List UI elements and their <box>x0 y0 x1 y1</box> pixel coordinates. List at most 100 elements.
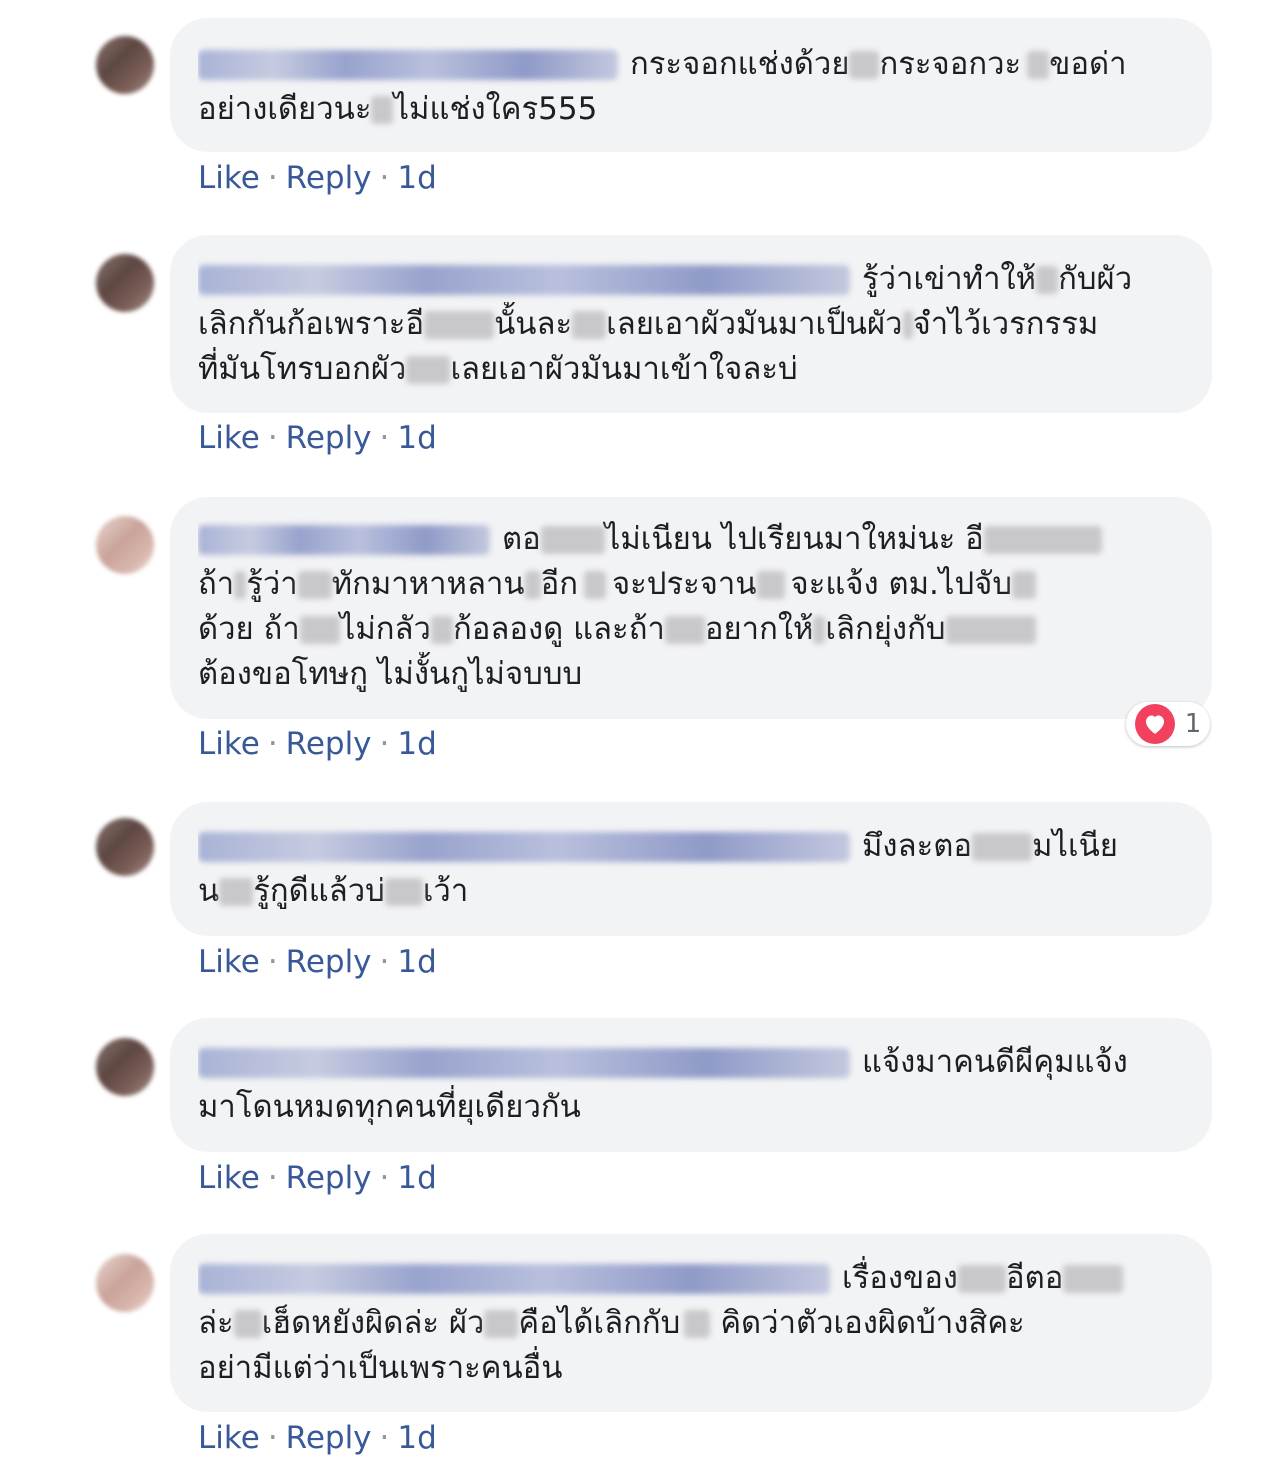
comment-text: รู้ว่า <box>246 566 298 602</box>
avatar[interactable] <box>96 516 154 574</box>
redaction <box>384 877 423 906</box>
comment-actions: Like · Reply · 1d <box>198 160 437 196</box>
author-name-blurred[interactable] <box>198 49 618 80</box>
reaction-badge[interactable]: 1 <box>1126 702 1210 746</box>
redaction <box>664 615 705 644</box>
comment-line: รู้ว่าเข่าทำให้ กับผัว <box>198 257 1180 302</box>
redaction <box>756 570 785 599</box>
comment-bubble: รู้ว่าเข่าทำให้ กับผัว เลิกกันก้อเพราะอี… <box>170 235 1212 413</box>
avatar[interactable] <box>96 254 154 312</box>
avatar[interactable] <box>96 818 154 876</box>
comment-text: อย่ามีแต่ว่าเป็นเพราะคนอื่น <box>198 1350 563 1386</box>
comment-bubble: มึงละตอ มไเนีย น รู้กูดีแล้วบ่ เว้า <box>170 802 1212 936</box>
separator: · <box>267 1420 278 1456</box>
reply-button[interactable]: Reply <box>286 1160 372 1196</box>
separator: · <box>267 944 278 980</box>
comment-text: รู้ว่าเข่าทำให้ <box>862 261 1037 297</box>
redaction <box>424 310 495 339</box>
comment-text: รู้กูดีแล้วบ่ <box>253 873 385 909</box>
comment-text: นั้นละ <box>494 306 573 342</box>
comment-text: ไม่แช่งใคร555 <box>393 91 598 127</box>
comment-line: เรื่องของ อีตอ <box>198 1256 1180 1301</box>
redaction <box>234 570 247 599</box>
heart-icon <box>1134 704 1175 744</box>
like-button[interactable]: Like <box>198 726 260 762</box>
separator: · <box>379 944 390 980</box>
author-name-blurred[interactable] <box>198 831 850 862</box>
redaction <box>297 570 332 599</box>
reply-button[interactable]: Reply <box>286 420 372 456</box>
comment-bubble: แจ้งมาคนดีผีคุมแจ้ง มาโดนหมดทุกคนที่ยุเด… <box>170 1018 1212 1152</box>
redaction <box>583 570 606 599</box>
comment-text: อีตอ <box>1005 1260 1064 1296</box>
author-name-blurred[interactable] <box>198 524 490 555</box>
reply-button[interactable]: Reply <box>286 1420 372 1456</box>
separator: · <box>379 726 390 762</box>
reply-button[interactable]: Reply <box>286 726 372 762</box>
redaction <box>1027 50 1050 79</box>
comment-text: กับผัว <box>1058 261 1133 297</box>
comment-text: กระจอกแช่งด้วย <box>630 46 850 82</box>
comment-text: อย่างเดียวนะ <box>198 91 372 127</box>
comment-line: กระจอกแช่งด้วย กระจอกวะ ขอด่า <box>198 42 1180 87</box>
comment-text: ไม่เนียน ไปเรียนมาใหม่นะ อี <box>604 521 984 557</box>
redaction <box>813 615 826 644</box>
comment-text: จะแจ้ง ตม.ไปจับ <box>790 566 1013 602</box>
comment-line: ล่ะ เฮ็ดหยังผิดล่ะ ผัว คือได้เลิกกับ คิด… <box>198 1301 1180 1346</box>
comment-text: เฮ็ดหยังผิดล่ะ ผัว <box>261 1305 485 1341</box>
comment-actions: Like · Reply · 1d <box>198 1420 437 1456</box>
comment-actions: Like · Reply · 1d <box>198 944 437 980</box>
timestamp-link[interactable]: 1d <box>397 1420 436 1456</box>
separator: · <box>267 420 278 456</box>
comment-line: มาโดนหมดทุกคนที่ยุเดียวกัน <box>198 1085 1180 1130</box>
reply-button[interactable]: Reply <box>286 944 372 980</box>
redaction <box>983 525 1102 554</box>
redaction <box>572 310 607 339</box>
comment-text: คิดว่าตัวเองผิดบ้างสิคะ <box>720 1305 1025 1341</box>
avatar[interactable] <box>96 1038 154 1096</box>
comment-text: เลิกยุ่งกับ <box>825 611 946 647</box>
timestamp-link[interactable]: 1d <box>397 420 436 456</box>
avatar[interactable] <box>96 36 154 94</box>
like-button[interactable]: Like <box>198 1420 260 1456</box>
comment-bubble: เรื่องของ อีตอ ล่ะ เฮ็ดหยังผิดล่ะ ผัว คื… <box>170 1234 1212 1412</box>
comment-line: ถ้า รู้ว่า ทักมาหาหลาน อีก จะประจาน จะแจ… <box>198 562 1180 607</box>
comment-text: น <box>198 873 220 909</box>
author-name-blurred[interactable] <box>198 1263 830 1294</box>
timestamp-link[interactable]: 1d <box>397 726 436 762</box>
comment-text: เรื่องของ <box>842 1260 958 1296</box>
like-button[interactable]: Like <box>198 160 260 196</box>
timestamp-link[interactable]: 1d <box>397 944 436 980</box>
comment-bubble: กระจอกแช่งด้วย กระจอกวะ ขอด่า อย่างเดียว… <box>170 18 1212 152</box>
avatar[interactable] <box>96 1254 154 1312</box>
comment-line: อย่างเดียวนะ ไม่แช่งใคร555 <box>198 87 1180 132</box>
comment-text: คือได้เลิกกับ <box>518 1305 681 1341</box>
redaction <box>233 1309 262 1338</box>
author-name-blurred[interactable] <box>198 264 850 295</box>
author-name-blurred[interactable] <box>198 1047 850 1078</box>
like-button[interactable]: Like <box>198 944 260 980</box>
comment-line: ตอ ไม่เนียน ไปเรียนมาใหม่นะ อี <box>198 517 1180 562</box>
comment-line: ที่มันโทรบอกผัว เลยเอาผัวมันมาเข้าใจละบ่ <box>198 347 1180 392</box>
comment-text: เว้า <box>422 873 469 909</box>
redaction <box>540 525 605 554</box>
comment-text: เลยเอาผัวมันมาเข้าใจละบ่ <box>450 351 798 387</box>
comment-line: อย่ามีแต่ว่าเป็นเพราะคนอื่น <box>198 1346 1180 1391</box>
comment-actions: Like · Reply · 1d <box>198 1160 437 1196</box>
timestamp-link[interactable]: 1d <box>397 1160 436 1196</box>
reaction-count: 1 <box>1184 709 1202 739</box>
redaction <box>1036 265 1059 294</box>
comment-text: ต้องขอโทษกู ไม่งั้นกูไม่จบบบ <box>198 656 583 692</box>
redaction <box>1012 570 1037 599</box>
timestamp-link[interactable]: 1d <box>397 160 436 196</box>
like-button[interactable]: Like <box>198 1160 260 1196</box>
redaction <box>849 50 880 79</box>
comment-text: มไเนีย <box>1031 828 1118 864</box>
redaction <box>299 615 340 644</box>
reply-button[interactable]: Reply <box>286 160 372 196</box>
like-button[interactable]: Like <box>198 420 260 456</box>
comment-text: อีก <box>540 566 578 602</box>
redaction <box>971 832 1032 861</box>
separator: · <box>379 1420 390 1456</box>
redaction <box>371 95 394 124</box>
